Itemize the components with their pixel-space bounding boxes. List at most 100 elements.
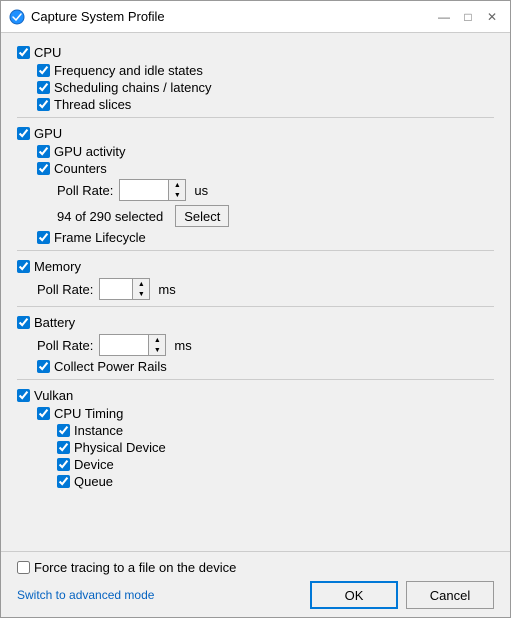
force-tracing-checkbox[interactable]	[17, 561, 30, 574]
memory-label: Memory	[34, 259, 81, 274]
battery-poll-spinner-buttons: ▲ ▼	[148, 335, 165, 355]
app-icon	[9, 9, 25, 25]
battery-poll-spinner: 250 ▲ ▼	[99, 334, 166, 356]
battery-checkbox[interactable]	[17, 316, 30, 329]
capture-system-profile-window: Capture System Profile — □ ✕ CPU Frequen…	[0, 0, 511, 618]
memory-section: Memory Poll Rate: 5 ▲ ▼ ms	[17, 257, 494, 307]
vulkan-section-header: Vulkan	[17, 386, 494, 405]
counters-indent: Poll Rate: 1000 ▲ ▼ us 94 of 290 selecte…	[37, 177, 494, 229]
cpu-section-header: CPU	[17, 43, 494, 62]
collect-power-label: Collect Power Rails	[54, 359, 167, 374]
gpu-checkbox[interactable]	[17, 127, 30, 140]
battery-section-header: Battery	[17, 313, 494, 332]
window-title: Capture System Profile	[31, 9, 165, 24]
instance-checkbox[interactable]	[57, 424, 70, 437]
gpu-poll-spinner: 1000 ▲ ▼	[119, 179, 186, 201]
cpu-section: CPU Frequency and idle states Scheduling…	[17, 43, 494, 118]
cpu-label: CPU	[34, 45, 61, 60]
device-row: Device	[57, 456, 494, 473]
ok-button[interactable]: OK	[310, 581, 398, 609]
footer: Force tracing to a file on the device Sw…	[1, 551, 510, 617]
title-bar: Capture System Profile — □ ✕	[1, 1, 510, 33]
counter-select-row: 94 of 290 selected Select	[57, 203, 494, 229]
cpu-timing-checkbox[interactable]	[37, 407, 50, 420]
frame-lifecycle-row: Frame Lifecycle	[37, 229, 494, 246]
gpu-poll-down-button[interactable]: ▼	[169, 190, 185, 200]
instance-label: Instance	[74, 423, 123, 438]
title-bar-controls: — □ ✕	[434, 7, 502, 27]
cpu-timing-children: Instance Physical Device Device Queue	[37, 422, 494, 490]
battery-section-body: Poll Rate: 250 ▲ ▼ ms Collect Power Rail…	[17, 332, 494, 380]
thread-label: Thread slices	[54, 97, 131, 112]
memory-poll-spinner: 5 ▲ ▼	[99, 278, 150, 300]
device-checkbox[interactable]	[57, 458, 70, 471]
gpu-activity-checkbox[interactable]	[37, 145, 50, 158]
battery-poll-up-button[interactable]: ▲	[149, 335, 165, 345]
cpu-timing-label: CPU Timing	[54, 406, 123, 421]
gpu-poll-unit: us	[194, 183, 208, 198]
cpu-timing-row: CPU Timing	[37, 405, 494, 422]
minimize-button[interactable]: —	[434, 7, 454, 27]
gpu-poll-input[interactable]: 1000	[120, 180, 168, 200]
select-button[interactable]: Select	[175, 205, 229, 227]
gpu-section: GPU GPU activity Counters Poll Rate: 100…	[17, 124, 494, 251]
counters-label: Counters	[54, 161, 107, 176]
gpu-poll-label: Poll Rate:	[57, 183, 113, 198]
maximize-button[interactable]: □	[458, 7, 478, 27]
battery-poll-input[interactable]: 250	[100, 335, 148, 355]
battery-section: Battery Poll Rate: 250 ▲ ▼ ms	[17, 313, 494, 380]
gpu-label: GPU	[34, 126, 62, 141]
instance-row: Instance	[57, 422, 494, 439]
memory-poll-row: Poll Rate: 5 ▲ ▼ ms	[37, 276, 494, 302]
cancel-button[interactable]: Cancel	[406, 581, 494, 609]
gpu-poll-spinner-buttons: ▲ ▼	[168, 180, 185, 200]
footer-buttons: Switch to advanced mode OK Cancel	[17, 581, 494, 609]
thread-checkbox[interactable]	[37, 98, 50, 111]
advanced-mode-link[interactable]: Switch to advanced mode	[17, 588, 154, 602]
physdev-checkbox[interactable]	[57, 441, 70, 454]
gpu-activity-label: GPU activity	[54, 144, 126, 159]
memory-poll-input[interactable]: 5	[100, 279, 132, 299]
queue-row: Queue	[57, 473, 494, 490]
memory-section-header: Memory	[17, 257, 494, 276]
vulkan-section: Vulkan CPU Timing Instance Physical Devi…	[17, 386, 494, 494]
queue-label: Queue	[74, 474, 113, 489]
gpu-section-header: GPU	[17, 124, 494, 143]
sched-row: Scheduling chains / latency	[37, 79, 494, 96]
gpu-poll-up-button[interactable]: ▲	[169, 180, 185, 190]
battery-poll-down-button[interactable]: ▼	[149, 345, 165, 355]
memory-poll-unit: ms	[158, 282, 175, 297]
sched-checkbox[interactable]	[37, 81, 50, 94]
counter-info: 94 of 290 selected	[57, 209, 163, 224]
vulkan-section-body: CPU Timing Instance Physical Device Devi…	[17, 405, 494, 494]
close-button[interactable]: ✕	[482, 7, 502, 27]
cpu-checkbox[interactable]	[17, 46, 30, 59]
vulkan-label: Vulkan	[34, 388, 73, 403]
memory-checkbox[interactable]	[17, 260, 30, 273]
memory-poll-label: Poll Rate:	[37, 282, 93, 297]
battery-label: Battery	[34, 315, 75, 330]
battery-poll-label: Poll Rate:	[37, 338, 93, 353]
memory-poll-spinner-buttons: ▲ ▼	[132, 279, 149, 299]
gpu-section-body: GPU activity Counters Poll Rate: 1000 ▲ …	[17, 143, 494, 251]
counters-checkbox[interactable]	[37, 162, 50, 175]
memory-poll-up-button[interactable]: ▲	[133, 279, 149, 289]
freq-checkbox[interactable]	[37, 64, 50, 77]
physdev-row: Physical Device	[57, 439, 494, 456]
memory-poll-down-button[interactable]: ▼	[133, 289, 149, 299]
queue-checkbox[interactable]	[57, 475, 70, 488]
freq-row: Frequency and idle states	[37, 62, 494, 79]
counters-row: Counters	[37, 160, 494, 177]
battery-poll-unit: ms	[174, 338, 191, 353]
device-label: Device	[74, 457, 114, 472]
memory-section-body: Poll Rate: 5 ▲ ▼ ms	[17, 276, 494, 307]
collect-power-row: Collect Power Rails	[37, 358, 494, 375]
physdev-label: Physical Device	[74, 440, 166, 455]
thread-row: Thread slices	[37, 96, 494, 113]
force-tracing-row: Force tracing to a file on the device	[17, 560, 494, 575]
cpu-section-body: Frequency and idle states Scheduling cha…	[17, 62, 494, 118]
collect-power-checkbox[interactable]	[37, 360, 50, 373]
battery-poll-row: Poll Rate: 250 ▲ ▼ ms	[37, 332, 494, 358]
vulkan-checkbox[interactable]	[17, 389, 30, 402]
frame-lifecycle-checkbox[interactable]	[37, 231, 50, 244]
